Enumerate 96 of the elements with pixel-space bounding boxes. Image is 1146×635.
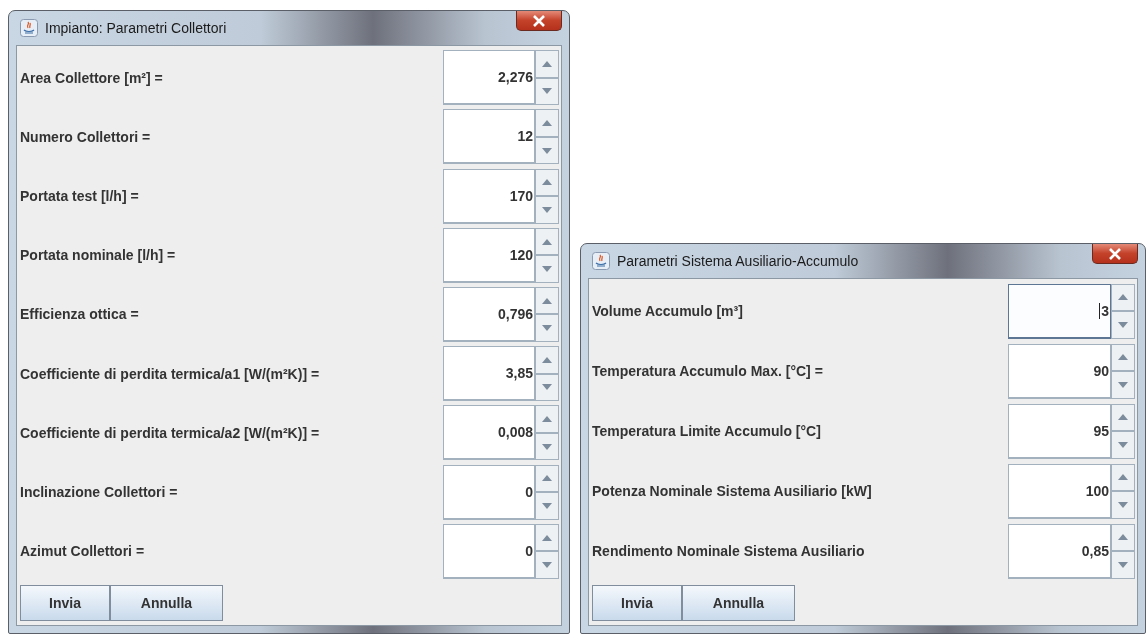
decrement-button[interactable] xyxy=(1111,371,1135,399)
app-icon xyxy=(592,252,610,270)
decrement-button[interactable] xyxy=(535,432,559,461)
field-label: Potenza Nominale Sistema Ausiliario [kW] xyxy=(592,483,872,499)
down-arrow-icon xyxy=(542,206,552,213)
number-field[interactable]: 170 xyxy=(443,168,535,224)
increment-button[interactable] xyxy=(1111,463,1135,491)
down-arrow-icon xyxy=(1118,321,1128,328)
close-icon xyxy=(1108,247,1122,260)
up-arrow-icon xyxy=(542,179,552,186)
increment-button[interactable] xyxy=(535,405,559,433)
down-arrow-icon xyxy=(542,325,552,332)
increment-button[interactable] xyxy=(535,109,559,137)
down-arrow-icon xyxy=(542,384,552,391)
down-arrow-icon xyxy=(1118,501,1128,508)
number-field[interactable]: 2,276 xyxy=(443,50,535,106)
down-arrow-icon xyxy=(542,88,552,95)
dialog-button[interactable]: Annulla xyxy=(682,585,795,621)
increment-button[interactable] xyxy=(535,50,559,78)
number-field[interactable]: 0,008 xyxy=(443,405,535,461)
down-arrow-icon xyxy=(542,502,552,509)
decrement-button[interactable] xyxy=(1111,551,1135,579)
field-label: Rendimento Nominale Sistema Ausiliario xyxy=(592,543,865,559)
field-label: Inclinazione Collettori = xyxy=(20,484,178,501)
increment-button[interactable] xyxy=(1111,283,1135,311)
increment-button[interactable] xyxy=(1111,343,1135,371)
app-icon xyxy=(20,19,38,37)
number-field[interactable]: 120 xyxy=(443,227,535,283)
number-field[interactable]: 0,796 xyxy=(443,287,535,342)
close-icon xyxy=(532,14,546,27)
increment-button[interactable] xyxy=(1111,523,1135,551)
field-label: Portata nominale [l/h] = xyxy=(20,247,176,264)
up-arrow-icon xyxy=(542,416,552,423)
decrement-button[interactable] xyxy=(535,314,559,342)
number-field[interactable]: 90 xyxy=(1008,343,1111,399)
decrement-button[interactable] xyxy=(535,196,559,224)
up-arrow-icon xyxy=(542,534,552,541)
up-arrow-icon xyxy=(542,120,552,127)
down-arrow-icon xyxy=(542,147,552,154)
field-label: Portata test [l/h] = xyxy=(20,188,139,205)
down-arrow-icon xyxy=(1118,561,1128,568)
up-arrow-icon xyxy=(542,60,552,67)
close-button[interactable] xyxy=(516,11,562,31)
up-arrow-icon xyxy=(1118,474,1128,481)
number-field[interactable]: 3,85 xyxy=(443,346,535,402)
up-arrow-icon xyxy=(542,475,552,482)
field-label: Volume Accumulo [m³] xyxy=(592,303,743,319)
number-field[interactable]: 95 xyxy=(1008,403,1111,459)
field-label: Temperatura Limite Accumulo [°C] xyxy=(592,423,821,439)
decrement-button[interactable] xyxy=(535,77,559,106)
decrement-button[interactable] xyxy=(535,492,559,520)
field-label: Area Collettore [m²] = xyxy=(20,69,163,86)
down-arrow-icon xyxy=(542,562,552,569)
increment-button[interactable] xyxy=(535,168,559,197)
increment-button[interactable] xyxy=(535,227,559,256)
up-arrow-icon xyxy=(542,297,552,304)
increment-button[interactable] xyxy=(535,464,559,493)
up-arrow-icon xyxy=(542,238,552,245)
number-field[interactable]: 0,85 xyxy=(1008,523,1111,579)
up-arrow-icon xyxy=(1118,354,1128,361)
down-arrow-icon xyxy=(542,266,552,272)
decrement-button[interactable] xyxy=(535,551,559,579)
number-field[interactable]: 12 xyxy=(443,109,535,165)
increment-button[interactable] xyxy=(535,346,559,374)
dialog-button[interactable]: Invia xyxy=(20,585,110,621)
field-label: Temperatura Accumulo Max. [°C] = xyxy=(592,363,823,379)
number-field[interactable]: 3 xyxy=(1008,283,1111,339)
field-label: Coefficiente di perdita termica/a2 [W/(m²K)] = xyxy=(20,424,320,441)
field-label: Coefficiente di perdita termica/a1 [W/(m²K)] = xyxy=(20,365,320,382)
window-title: Parametri Sistema Ausiliario-Accumulo xyxy=(617,253,859,269)
up-arrow-icon xyxy=(542,356,552,363)
dialog-button[interactable]: Annulla xyxy=(110,585,223,621)
field-label: Efficienza ottica = xyxy=(20,306,139,323)
up-arrow-icon xyxy=(1118,294,1128,301)
decrement-button[interactable] xyxy=(535,373,559,402)
field-label: Azimut Collettori = xyxy=(20,543,145,560)
decrement-button[interactable] xyxy=(1111,431,1135,459)
down-arrow-icon xyxy=(1118,381,1128,388)
down-arrow-icon xyxy=(1118,441,1128,448)
increment-button[interactable] xyxy=(1111,403,1135,431)
dialog-button[interactable]: Invia xyxy=(592,585,682,621)
number-field[interactable]: 100 xyxy=(1008,463,1111,519)
down-arrow-icon xyxy=(542,443,552,450)
window-title: Impianto: Parametri Collettori xyxy=(45,20,227,36)
decrement-button[interactable] xyxy=(1111,491,1135,519)
decrement-button[interactable] xyxy=(535,255,559,283)
increment-button[interactable] xyxy=(535,523,559,552)
up-arrow-icon xyxy=(1118,534,1128,541)
up-arrow-icon xyxy=(1118,414,1128,421)
field-label: Numero Collettori = xyxy=(20,128,151,145)
close-button[interactable] xyxy=(1092,244,1138,264)
decrement-button[interactable] xyxy=(535,136,559,165)
number-field[interactable]: 0 xyxy=(443,523,535,579)
number-field[interactable]: 0 xyxy=(443,464,535,520)
decrement-button[interactable] xyxy=(1111,311,1135,339)
increment-button[interactable] xyxy=(535,287,559,315)
